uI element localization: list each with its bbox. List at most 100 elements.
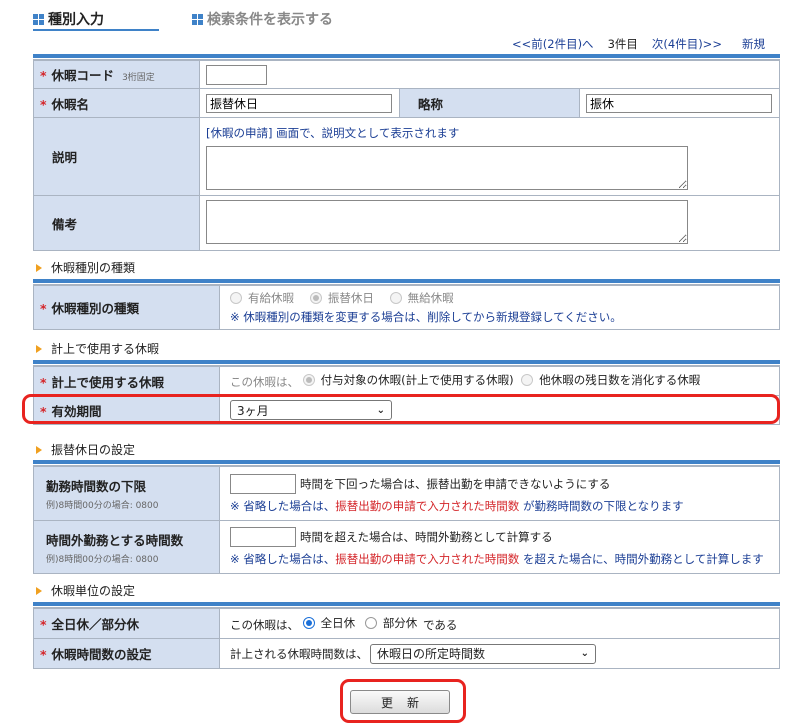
section-arrow-icon [36, 445, 42, 454]
plan-label: 計上で使用する休暇 [51, 374, 165, 390]
required-mark: * [40, 374, 47, 390]
active-tab-underline [33, 29, 159, 31]
note-suffix: が勤務時間数の下限となります [522, 498, 684, 513]
name-label: 休暇名 [51, 96, 90, 112]
required-mark: * [40, 617, 47, 632]
overtime-hours-input[interactable] [230, 527, 296, 547]
name-value-cell [199, 88, 400, 118]
chevron-down-icon: ⌄ [580, 648, 589, 659]
section-plan-title: 計上で使用する休暇 [51, 342, 160, 356]
tab-type-input-label: 種別入力 [48, 12, 104, 28]
overtime-label: 時間外勤務とする時間数 [46, 532, 184, 548]
kind-label: 休暇種別の種類 [51, 301, 140, 316]
apply-screen-link[interactable]: [休暇の申請] [206, 126, 272, 140]
radio-grant-target[interactable]: 付与対象の休暇(計上で使用する休暇) [302, 372, 514, 388]
kind-label-cell: * 休暇種別の種類 [33, 285, 220, 330]
radio-paid-leave[interactable]: 有給休暇 [230, 290, 294, 306]
full-suffix: である [422, 617, 458, 632]
code-value-cell [199, 60, 780, 89]
lower-hours-input[interactable] [230, 473, 296, 494]
desc-textarea[interactable] [206, 145, 688, 190]
radio-circle [364, 616, 377, 629]
remarks-label: 備考 [52, 216, 78, 232]
tab-show-search-label: 検索条件を表示する [207, 12, 333, 28]
radio-label: 部分休 [382, 615, 418, 630]
record-pager: <<前(2件目)へ 3件目 次(4件目)>> 新規 [512, 36, 765, 52]
abbr-label-cell: 略称 [399, 88, 580, 118]
radio-circle [302, 616, 315, 629]
radio-label: 有給休暇 [248, 291, 294, 305]
code-hint: 3桁固定 [122, 73, 155, 83]
code-input[interactable] [206, 64, 267, 85]
section-subst-title: 振替休日の設定 [51, 443, 136, 457]
remarks-textarea[interactable] [206, 199, 688, 244]
name-input[interactable] [206, 93, 392, 113]
full-label-cell: * 全日休／部分休 [33, 608, 220, 639]
abbr-input[interactable] [586, 93, 772, 113]
radio-label: 付与対象の休暇(計上で使用する休暇) [320, 373, 514, 387]
hours-label-cell: * 休暇時間数の設定 [33, 638, 220, 669]
tab-show-search[interactable]: 検索条件を表示する [192, 9, 333, 29]
grid-icon [33, 13, 44, 25]
desc-note: [休暇の申請] 画面で、説明文として表示されます [206, 125, 773, 141]
next-record-link[interactable]: 次(4件目)>> [652, 36, 722, 52]
section-arrow-icon [36, 586, 42, 595]
radio-label: 振替休日 [327, 291, 374, 305]
overtime-label-cell: 時間外勤務とする時間数 例)8時間00分の場合: 0800 [33, 520, 220, 574]
hours-prefix: 計上される休暇時間数は、 [230, 646, 368, 661]
prev-record-link[interactable]: <<前(2件目)へ [512, 36, 594, 52]
grid-icon [192, 13, 203, 25]
plan-label-cell: * 計上で使用する休暇 [33, 366, 220, 396]
radio-circle [389, 292, 402, 304]
full-label: 全日休／部分休 [51, 617, 140, 632]
section-subst: 振替休日の設定 [36, 441, 135, 458]
table-top-bar [33, 602, 780, 606]
radio-circle [521, 374, 534, 386]
basic-info-table: *休暇コード3桁固定 *休暇名 略称 説明 [休暇の申請] 画面で、説明文として… [33, 60, 780, 251]
hours-select[interactable]: 休暇日の所定時間数 ⌄ [370, 643, 596, 664]
section-unit: 休暇単位の設定 [36, 582, 135, 599]
section-arrow-icon [36, 344, 42, 353]
hours-value-cell: 計上される休暇時間数は、 休暇日の所定時間数 ⌄ [219, 638, 780, 669]
plan-prefix-text: この休暇は、 [230, 375, 299, 389]
overtime-value-cell: 時間を超えた場合は、時間外勤務として計算する ※ 省略した場合は、振替出勤の申請… [219, 520, 780, 574]
overtime-example: 例)8時間00分の場合: 0800 [46, 554, 159, 565]
radio-circle [309, 292, 322, 304]
validity-highlight-box [22, 394, 780, 424]
note-red-text: 振替出勤の申請で入力された時間数 [335, 498, 520, 513]
lower-example: 例)8時間00分の場合: 0800 [46, 501, 159, 511]
desc-label: 説明 [52, 150, 78, 165]
note-prefix: ※ 省略した場合は、 [230, 552, 336, 566]
kind-table: * 休暇種別の種類 有給休暇 振替休日 無給休暇 ※ 休暇種別の種類を変更する場合… [33, 285, 780, 330]
new-record-link[interactable]: 新規 [742, 36, 765, 52]
full-prefix: この休暇は、 [230, 617, 299, 632]
radio-substitute-holiday[interactable]: 振替休日 [309, 290, 374, 306]
update-button[interactable]: 更新 [350, 690, 450, 714]
hours-label: 休暇時間数の設定 [51, 647, 152, 662]
plan-value-cell: この休暇は、 付与対象の休暇(計上で使用する休暇) 他休暇の残日数を消化する休暇 [219, 366, 780, 396]
required-mark: * [40, 647, 47, 662]
note-prefix: ※ 省略した場合は、 [230, 498, 336, 513]
current-record: 3件目 [607, 37, 638, 51]
lower-note: ※ 省略した場合は、振替出勤の申請で入力された時間数 が勤務時間数の下限となりま… [230, 498, 773, 514]
table-top-bar [33, 279, 780, 283]
radio-label: 全日休 [320, 615, 356, 630]
hours-selected: 休暇日の所定時間数 [377, 647, 486, 661]
remarks-label-cell: 備考 [33, 195, 200, 251]
radio-full-day[interactable]: 全日休 [302, 615, 356, 631]
section-kind: 休暇種別の種類 [36, 259, 135, 276]
radio-consume-other[interactable]: 他休暇の残日数を消化する休暇 [521, 372, 700, 388]
kind-note: ※ 休暇種別の種類を変更する場合は、削除してから新規登録してください。 [230, 310, 622, 324]
required-mark: * [40, 68, 47, 83]
overtime-text: 時間を超えた場合は、時間外勤務として計算する [300, 530, 553, 544]
section-plan: 計上で使用する休暇 [36, 340, 159, 357]
plan-prefix: この休暇は、 [230, 374, 299, 390]
full-value-cell: この休暇は、 全日休 部分休 である [219, 608, 780, 639]
section-kind-title: 休暇種別の種類 [51, 261, 136, 275]
table-top-bar [33, 54, 780, 58]
radio-unpaid-leave[interactable]: 無給休暇 [389, 290, 454, 306]
desc-note-text: 画面で、説明文として表示されます [276, 125, 460, 140]
overtime-note: ※ 省略した場合は、振替出勤の申請で入力された時間数 を超えた場合に、時間外勤務… [230, 551, 773, 567]
radio-partial[interactable]: 部分休 [364, 615, 418, 631]
tab-type-input[interactable]: 種別入力 [33, 9, 104, 29]
